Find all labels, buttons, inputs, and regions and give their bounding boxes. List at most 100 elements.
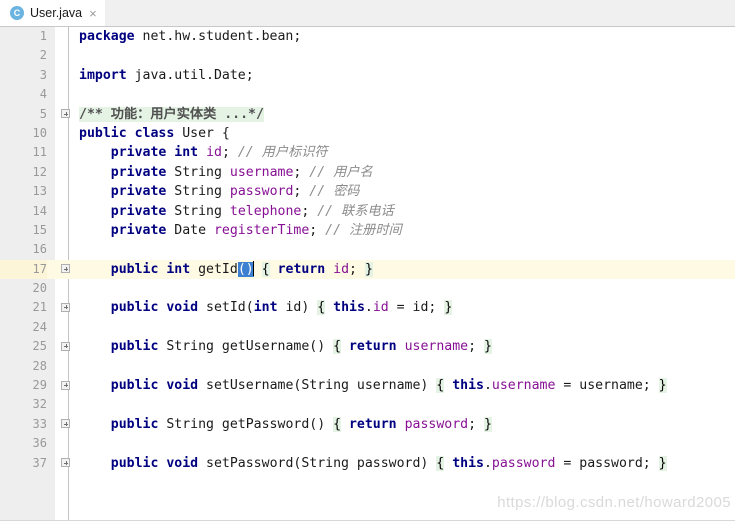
code-token: id (333, 261, 350, 277)
line-number: 37 (32, 455, 47, 470)
code-line[interactable]: 2 (0, 46, 735, 65)
code-line[interactable]: 17 public int getId() { return id; } (0, 259, 735, 280)
code-token: // 联系电话 (317, 203, 394, 219)
code-line[interactable]: 36 (0, 434, 735, 453)
code-token: int (253, 300, 278, 316)
code-text[interactable]: import java.util.Date; (79, 66, 254, 85)
fold-expand-icon[interactable] (61, 380, 72, 392)
code-token: } (444, 300, 453, 316)
code-text[interactable]: public String getPassword() { return pas… (79, 415, 492, 434)
line-number: 24 (32, 319, 47, 334)
code-token: package (79, 29, 135, 44)
code-text[interactable]: private int id; // 用户标识符 (79, 143, 328, 162)
line-number: 4 (39, 87, 47, 102)
code-token: private (110, 164, 167, 180)
code-line[interactable]: 16 (0, 240, 735, 259)
code-line[interactable]: 20 (0, 279, 735, 298)
code-line[interactable]: 24 (0, 318, 735, 337)
fold-expand-icon[interactable] (61, 419, 72, 430)
code-text[interactable]: /** 功能：用户实体类 ...*/ (79, 105, 264, 124)
code-lines[interactable]: 1 package net.hw.student.bean; 2 3 import ja… (0, 27, 735, 473)
code-text[interactable]: private String username; // 用户名 (79, 163, 373, 182)
code-text[interactable]: public int getId() { return id; } (79, 260, 373, 279)
code-text[interactable]: public String getUsername() { return use… (79, 337, 492, 356)
code-token: password (229, 184, 294, 200)
code-line[interactable]: 12 private String username; // 用户名 (0, 163, 735, 182)
code-text[interactable]: public class User { (79, 124, 230, 143)
code-line[interactable]: 4 (0, 85, 735, 104)
code-token: username (229, 164, 294, 180)
code-text[interactable]: public void setId(int id) { this.id = id… (79, 298, 453, 317)
fold-expand-icon[interactable] (61, 458, 72, 469)
code-text[interactable]: public void setUsername(String username)… (79, 376, 667, 395)
code-line[interactable]: 14 private String telephone; // 联系电话 (0, 202, 735, 221)
code-line[interactable]: 37 public void setPassword(String passwo… (0, 454, 735, 473)
code-token: setId( (198, 300, 254, 316)
code-line[interactable]: 10 public class User { (0, 124, 735, 143)
code-line[interactable]: 21 public void setId(int id) { this.id =… (0, 298, 735, 317)
code-token: Date (166, 222, 214, 238)
fold-expand-icon[interactable] (61, 109, 72, 120)
code-text[interactable]: private String password; // 密码 (79, 182, 360, 201)
close-icon[interactable]: × (89, 7, 97, 20)
code-token: setPassword(String password) (198, 455, 437, 471)
code-line[interactable]: 25 public String getUsername() { return … (0, 337, 735, 356)
line-number: 29 (32, 378, 47, 393)
code-token: public class (79, 125, 175, 141)
code-text[interactable]: package net.hw.student.bean; (79, 27, 301, 46)
code-token: registerTime (213, 222, 310, 238)
code-line[interactable]: 28 (0, 357, 735, 376)
line-number: 28 (32, 358, 47, 373)
code-text[interactable]: public void setPassword(String password)… (79, 454, 667, 473)
code-token: // 注册时间 (325, 222, 402, 238)
code-line[interactable]: 13 private String password; // 密码 (0, 182, 735, 201)
code-token: this (333, 300, 365, 316)
code-line[interactable]: 3 import java.util.Date; (0, 66, 735, 85)
code-token: { (261, 261, 270, 277)
code-text[interactable]: private String telephone; // 联系电话 (79, 202, 394, 221)
fold-expand-icon[interactable] (61, 264, 72, 275)
code-editor[interactable]: 1 package net.hw.student.bean; 2 3 import ja… (0, 27, 735, 521)
line-number: 3 (39, 67, 47, 82)
code-line[interactable]: 15 private Date registerTime; // 注册时间 (0, 221, 735, 240)
code-token: id (206, 145, 222, 161)
code-token: net.hw.student.bean; (134, 29, 302, 44)
line-number: 33 (32, 416, 47, 431)
code-token: /** 功能：用户实体类 ...*/ (79, 106, 264, 122)
line-number: 5 (39, 106, 47, 121)
code-text[interactable]: private Date registerTime; // 注册时间 (79, 221, 402, 240)
code-line[interactable]: 1 package net.hw.student.bean; (0, 27, 735, 46)
code-token: String getUsername() (158, 339, 334, 355)
code-token: public (110, 416, 159, 432)
code-token: getId (190, 261, 238, 277)
code-line[interactable]: 11 private int id; // 用户标识符 (0, 143, 735, 162)
fold-expand-icon[interactable] (61, 302, 72, 314)
line-number: 2 (39, 48, 47, 63)
code-line[interactable]: 32 (0, 395, 735, 414)
code-token: () (237, 261, 254, 277)
code-token: return (348, 339, 397, 355)
line-number: 12 (32, 164, 47, 179)
code-line[interactable]: 5 /** 功能：用户实体类 ...*/ (0, 105, 735, 124)
code-token: = username; (555, 378, 659, 394)
fold-expand-icon[interactable] (61, 341, 72, 353)
code-token: ; (468, 339, 484, 355)
code-line[interactable]: 29 public void setUsername(String userna… (0, 376, 735, 395)
code-token: public int (110, 261, 191, 277)
tab-user-java[interactable]: C User.java × (0, 0, 105, 26)
code-line[interactable]: 33 public String getPassword() { return … (0, 415, 735, 434)
code-token: public void (110, 300, 199, 316)
code-token: } (484, 339, 492, 355)
